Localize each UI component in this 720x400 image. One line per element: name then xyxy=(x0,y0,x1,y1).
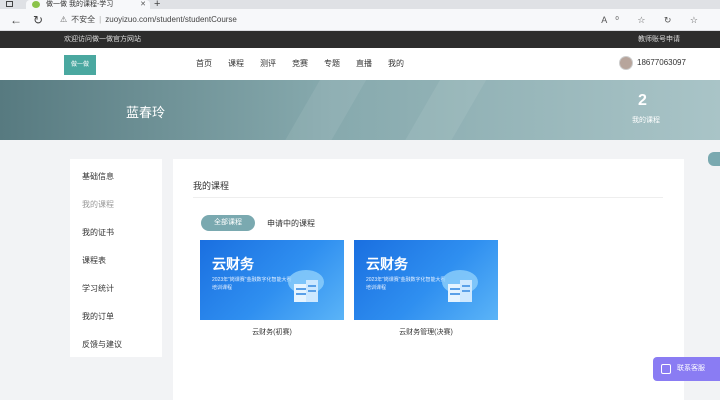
divider xyxy=(193,197,663,198)
nav-home[interactable]: 首页 xyxy=(196,58,212,69)
sidebar: 基础信息 我的课程 我的证书 课程表 学习统计 我的订单 反馈与建议 xyxy=(70,159,162,357)
sidebar-item-feedback[interactable]: 反馈与建议 xyxy=(82,339,122,350)
address-bar: ← ↻ ⚠ 不安全 | zuoyizuo.com/student/studentCou… xyxy=(0,9,720,31)
welcome-text: 欢迎访问做一做官方网站 xyxy=(64,36,141,43)
customer-service-label: 联系客服 xyxy=(677,365,705,372)
card-brand: 云财务 xyxy=(212,256,254,272)
user-phone[interactable]: 18677063097 xyxy=(637,58,686,67)
side-float-tab[interactable] xyxy=(708,152,720,166)
sidebar-item-schedule[interactable]: 课程表 xyxy=(82,255,106,266)
url-field[interactable]: ⚠ 不安全 | zuoyizuo.com/student/studentCourse xyxy=(60,12,620,28)
favicon-icon xyxy=(32,1,40,8)
tab-applying-courses[interactable]: 申请中的课程 xyxy=(267,218,315,229)
close-icon[interactable]: ✕ xyxy=(140,0,146,9)
card-subtitle-2: 培训课程 xyxy=(366,285,387,291)
course-count-label: 我的课程 xyxy=(632,117,660,124)
main-panel: 我的课程 全部课程 申请中的课程 云财务 2023年“岗课赛”金融数字化智能大赛… xyxy=(173,159,684,400)
course-card-title[interactable]: 云财务(初赛) xyxy=(200,327,344,337)
card-subtitle: 2023年“岗课赛”金融数字化智能大赛 xyxy=(366,277,446,283)
sidebar-item-my-courses[interactable]: 我的课程 xyxy=(82,199,114,210)
back-icon[interactable]: ← xyxy=(8,12,24,28)
sidebar-item-orders[interactable]: 我的订单 xyxy=(82,311,114,322)
nav-tests[interactable]: 测评 xyxy=(260,58,276,69)
profile-banner: 蓝春玲 2 我的课程 xyxy=(0,80,720,140)
course-card-title[interactable]: 云财务管理(决赛) xyxy=(354,327,498,337)
cloud-server-icon xyxy=(442,270,478,302)
nav-live[interactable]: 直播 xyxy=(356,58,372,69)
sidebar-item-basic-info[interactable]: 基础信息 xyxy=(82,171,114,182)
chat-icon xyxy=(661,364,671,374)
user-name: 蓝春玲 xyxy=(126,105,166,120)
url-text: zuoyizuo.com/student/studentCourse xyxy=(105,15,237,24)
course-count: 2 xyxy=(638,92,647,109)
nav-topics[interactable]: 专题 xyxy=(324,58,340,69)
course-card[interactable]: 云财务 2023年“岗课赛”金融数字化智能大赛 培训课程 xyxy=(200,240,344,320)
banner-decoration xyxy=(272,80,368,140)
avatar[interactable] xyxy=(619,56,633,70)
banner-decoration xyxy=(392,80,488,140)
cloud-server-icon xyxy=(288,270,324,302)
sidebar-item-statistics[interactable]: 学习统计 xyxy=(82,283,114,294)
browser-tab[interactable]: 做一做 我的课程-学习 ✕ xyxy=(26,0,150,9)
nav-contests[interactable]: 竞赛 xyxy=(292,58,308,69)
nav-courses[interactable]: 课程 xyxy=(228,58,244,69)
browser-tab-title: 做一做 我的课程-学习 xyxy=(46,1,114,8)
page-title: 我的课程 xyxy=(193,181,230,191)
card-subtitle-2: 培训课程 xyxy=(212,285,233,291)
warning-icon: ⚠ xyxy=(60,15,68,24)
site-header: 做一做 首页 课程 测评 竞赛 专题 直播 我的 18677063097 xyxy=(0,48,720,80)
site-logo[interactable]: 做一做 xyxy=(64,55,96,75)
card-subtitle: 2023年“岗课赛”金融数字化智能大赛 xyxy=(212,277,292,283)
tab-all-courses[interactable]: 全部课程 xyxy=(201,215,255,231)
course-card[interactable]: 云财务 2023年“岗课赛”金融数字化智能大赛 培训课程 xyxy=(354,240,498,320)
customer-service-button[interactable]: 联系客服 xyxy=(653,357,720,381)
notice-bar: 欢迎访问做一做官方网站 教师账号申请 xyxy=(0,31,720,48)
window-icon[interactable] xyxy=(6,1,13,7)
sidebar-item-certificates[interactable]: 我的证书 xyxy=(82,227,114,238)
url-warning: 不安全 xyxy=(71,15,96,24)
nav-mine[interactable]: 我的 xyxy=(388,58,404,69)
browser-tools[interactable]: A⁰ ☆ ↻ ☆ xyxy=(601,12,706,28)
card-brand: 云财务 xyxy=(366,256,408,272)
browser-tab-bar: 做一做 我的课程-学习 ✕ + xyxy=(0,0,720,10)
teacher-apply-link[interactable]: 教师账号申请 xyxy=(638,31,680,48)
main-nav: 首页 课程 测评 竞赛 专题 直播 我的 xyxy=(196,58,404,69)
refresh-icon[interactable]: ↻ xyxy=(30,12,46,28)
